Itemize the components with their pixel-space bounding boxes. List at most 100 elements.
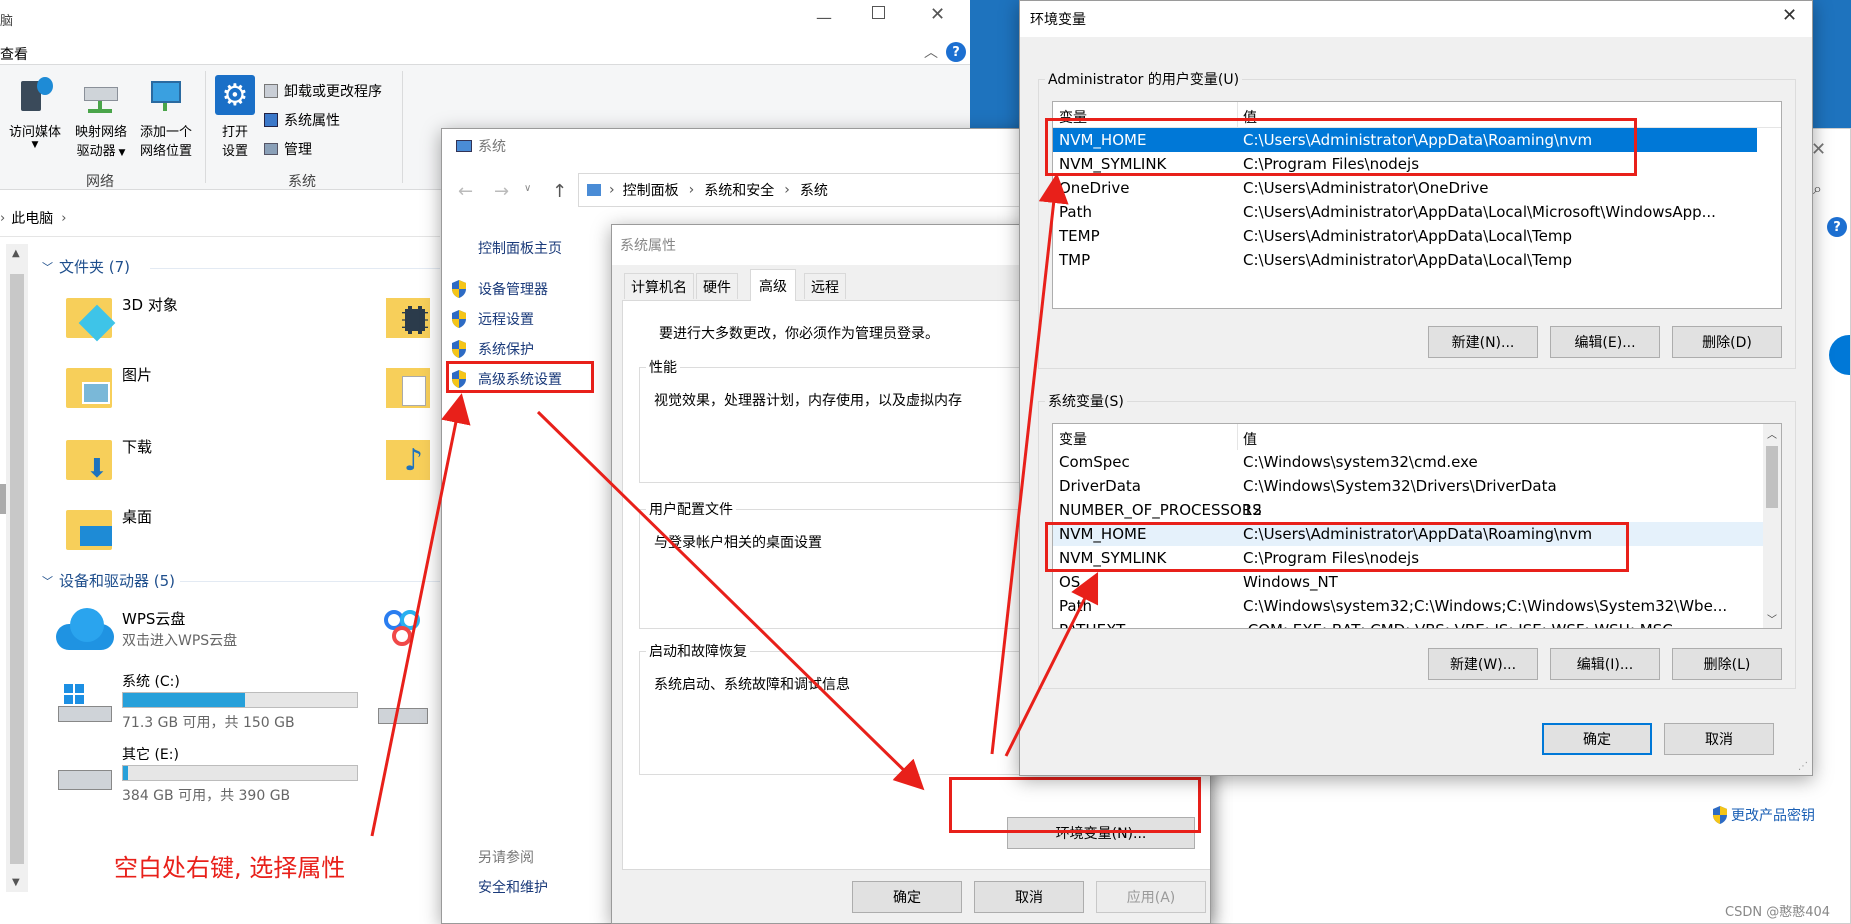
system-protection-link[interactable]: 系统保护 bbox=[450, 339, 534, 359]
folder-documents[interactable] bbox=[386, 360, 432, 410]
help-icon[interactable]: ? bbox=[946, 42, 966, 62]
col-header-variable[interactable]: 变量 bbox=[1059, 107, 1087, 127]
scroll-up-icon[interactable]: ︿ bbox=[1767, 426, 1777, 441]
breadcrumb-system[interactable]: 系统 bbox=[800, 180, 828, 200]
security-maintenance-link[interactable]: 安全和维护 bbox=[478, 877, 548, 897]
variable-row[interactable]: PATHEXT .COM;.EXE;.BAT;.CMD;.VBS;.VBE;.JS… bbox=[1053, 618, 1763, 628]
scroll-down-icon[interactable]: ﹀ bbox=[1767, 611, 1777, 626]
variable-row[interactable]: Path C:\Windows\system32;C:\Windows;C:\Wi… bbox=[1053, 594, 1763, 618]
variable-row[interactable]: Path C:\Users\Administrator\AppData\Local… bbox=[1053, 200, 1757, 224]
tab-remote[interactable]: 远程 bbox=[804, 273, 846, 299]
variable-row[interactable]: OneDrive C:\Users\Administrator\OneDrive bbox=[1053, 176, 1757, 200]
explorer-title-bar: 脑 — ✕ bbox=[0, 0, 970, 36]
user-delete-button[interactable]: 删除(D) bbox=[1672, 326, 1782, 358]
variable-row[interactable]: NVM_SYMLINK C:\Program Files\nodejs bbox=[1053, 546, 1763, 570]
folder-music[interactable]: ♪ bbox=[386, 432, 432, 482]
open-settings-button[interactable]: ⚙ 打开 设置 bbox=[212, 75, 258, 175]
advanced-system-settings-link[interactable]: 高级系统设置 bbox=[450, 369, 562, 389]
env-ok-button[interactable]: 确定 bbox=[1542, 723, 1652, 755]
variable-row[interactable]: OS Windows_NT bbox=[1053, 570, 1763, 594]
close-icon[interactable]: ✕ bbox=[1811, 139, 1826, 160]
user-edit-button[interactable]: 编辑(E)... bbox=[1550, 326, 1660, 358]
drive-c-item[interactable]: 系统 (C:) 71.3 GB 可用，共 150 GB bbox=[56, 668, 366, 732]
search-icon[interactable]: ⌕ bbox=[1813, 179, 1822, 199]
drive-d-partial[interactable] bbox=[378, 700, 428, 730]
folder-downloads[interactable]: ⬇ 下载 bbox=[66, 432, 286, 492]
resize-grip-icon[interactable]: ⋰ bbox=[1798, 761, 1808, 772]
nav-forward-icon[interactable]: → bbox=[494, 181, 509, 202]
chevron-up-icon[interactable]: ︿ bbox=[924, 42, 938, 62]
tab-view[interactable]: 查看 bbox=[0, 44, 28, 64]
sys-props-apply-button[interactable]: 应用(A) bbox=[1096, 881, 1206, 913]
folders-section-header[interactable]: ﹀ 文件夹 (7) bbox=[42, 256, 130, 277]
system-delete-button[interactable]: 删除(L) bbox=[1672, 648, 1782, 680]
environment-variables-button[interactable]: 环境变量(N)... bbox=[1007, 817, 1195, 849]
minimize-icon[interactable]: — bbox=[816, 8, 832, 27]
manage-button[interactable]: 管理 bbox=[264, 139, 312, 159]
access-media-button[interactable]: 访问媒体 ▼ bbox=[4, 75, 66, 175]
variable-row[interactable]: NUMBER_OF_PROCESSORS 12 bbox=[1053, 498, 1763, 522]
devices-section-header[interactable]: ﹀ 设备和驱动器 (5) bbox=[42, 570, 175, 591]
col-header-value[interactable]: 值 bbox=[1243, 107, 1257, 127]
system-list-scrollbar[interactable]: ︿ ﹀ bbox=[1763, 424, 1781, 628]
close-icon[interactable]: ✕ bbox=[930, 4, 945, 25]
close-icon[interactable]: ✕ bbox=[1782, 5, 1797, 26]
breadcrumb-this-pc[interactable]: 此电脑 bbox=[11, 208, 53, 228]
tab-advanced[interactable]: 高级 bbox=[750, 269, 796, 301]
maximize-icon[interactable] bbox=[872, 6, 885, 19]
help-icon[interactable]: ? bbox=[1827, 217, 1847, 237]
sys-props-ok-button[interactable]: 确定 bbox=[852, 881, 962, 913]
col-divider[interactable] bbox=[1237, 424, 1238, 450]
system-properties-button[interactable]: 系统属性 bbox=[264, 110, 340, 130]
drive-e-item[interactable]: 其它 (E:) 384 GB 可用，共 390 GB bbox=[56, 742, 366, 806]
folder-3d-objects[interactable]: 3D 对象 bbox=[66, 290, 286, 350]
variable-value: C:\Program Files\nodejs bbox=[1243, 549, 1420, 567]
breadcrumb-system-security[interactable]: 系统和安全 bbox=[704, 180, 774, 200]
chevron-right-icon: › bbox=[0, 210, 6, 226]
user-variables-list[interactable]: 变量 值 NVM_HOME C:\Users\Administrator\AppD… bbox=[1052, 101, 1782, 309]
remote-settings-link[interactable]: 远程设置 bbox=[450, 309, 534, 329]
variable-row[interactable]: ComSpec C:\Windows\system32\cmd.exe bbox=[1053, 450, 1763, 474]
col-header-value[interactable]: 值 bbox=[1243, 429, 1257, 449]
breadcrumb-control-panel[interactable]: 控制面板 bbox=[623, 180, 679, 200]
folder-desktop[interactable]: 桌面 bbox=[66, 502, 286, 562]
change-product-key-link[interactable]: 更改产品密钥 bbox=[1711, 805, 1815, 825]
control-panel-home-link[interactable]: 控制面板主页 bbox=[478, 238, 562, 258]
system-variables-list[interactable]: 变量 值 ComSpec C:\Windows\system32\cmd.exe D… bbox=[1052, 423, 1782, 629]
variable-row[interactable]: NVM_SYMLINK C:\Program Files\nodejs bbox=[1053, 152, 1757, 176]
tab-hardware[interactable]: 硬件 bbox=[696, 273, 738, 299]
drive-c-usage-fill bbox=[123, 693, 245, 707]
blue-circle-button[interactable] bbox=[1829, 335, 1850, 375]
variable-row[interactable]: TEMP C:\Users\Administrator\AppData\Local… bbox=[1053, 224, 1757, 248]
folder-pictures[interactable]: 图片 bbox=[66, 360, 286, 420]
uninstall-program-button[interactable]: 卸载或更改程序 bbox=[264, 81, 382, 101]
nav-scrollbar[interactable]: ▲ ▼ bbox=[6, 244, 28, 892]
nav-back-icon[interactable]: ← bbox=[458, 181, 473, 202]
tab-computer-name[interactable]: 计算机名 bbox=[624, 273, 694, 299]
col-header-variable[interactable]: 变量 bbox=[1059, 429, 1087, 449]
nav-dropdown-icon[interactable]: ∨ bbox=[524, 183, 531, 194]
list-header[interactable]: 变量 值 bbox=[1053, 102, 1781, 128]
cancel-label: 取消 bbox=[1015, 890, 1043, 906]
user-new-button[interactable]: 新建(N)... bbox=[1428, 326, 1538, 358]
list-header[interactable]: 变量 值 bbox=[1053, 424, 1763, 450]
folder-videos[interactable] bbox=[386, 290, 432, 340]
map-network-drive-button[interactable]: 映射网络 驱动器 ▼ bbox=[70, 75, 132, 175]
add-network-location-button[interactable]: 添加一个 网络位置 bbox=[134, 75, 198, 175]
variable-row[interactable]: NVM_HOME C:\Users\Administrator\AppData\R… bbox=[1053, 128, 1757, 152]
system-edit-button[interactable]: 编辑(I)... bbox=[1550, 648, 1660, 680]
wps-cloud-item[interactable]: WPS云盘 双击进入WPS云盘 bbox=[56, 602, 356, 662]
col-divider[interactable] bbox=[1237, 102, 1238, 128]
device-manager-link[interactable]: 设备管理器 bbox=[450, 279, 548, 299]
sys-props-cancel-button[interactable]: 取消 bbox=[974, 881, 1084, 913]
nav-up-icon[interactable]: ↑ bbox=[552, 181, 567, 202]
tab-label: 计算机名 bbox=[631, 279, 687, 296]
variable-row[interactable]: NVM_HOME C:\Users\Administrator\AppData\R… bbox=[1053, 522, 1763, 546]
variable-row[interactable]: DriverData C:\Windows\System32\Drivers\Dr… bbox=[1053, 474, 1763, 498]
address-bar[interactable]: › 此电脑 › bbox=[0, 204, 440, 232]
scroll-thumb[interactable] bbox=[1766, 446, 1778, 508]
variable-row[interactable]: TMP C:\Users\Administrator\AppData\Local\… bbox=[1053, 248, 1757, 272]
env-cancel-button[interactable]: 取消 bbox=[1664, 723, 1774, 755]
system-new-button[interactable]: 新建(W)... bbox=[1428, 648, 1538, 680]
baidu-netdisk-icon[interactable] bbox=[380, 604, 428, 660]
